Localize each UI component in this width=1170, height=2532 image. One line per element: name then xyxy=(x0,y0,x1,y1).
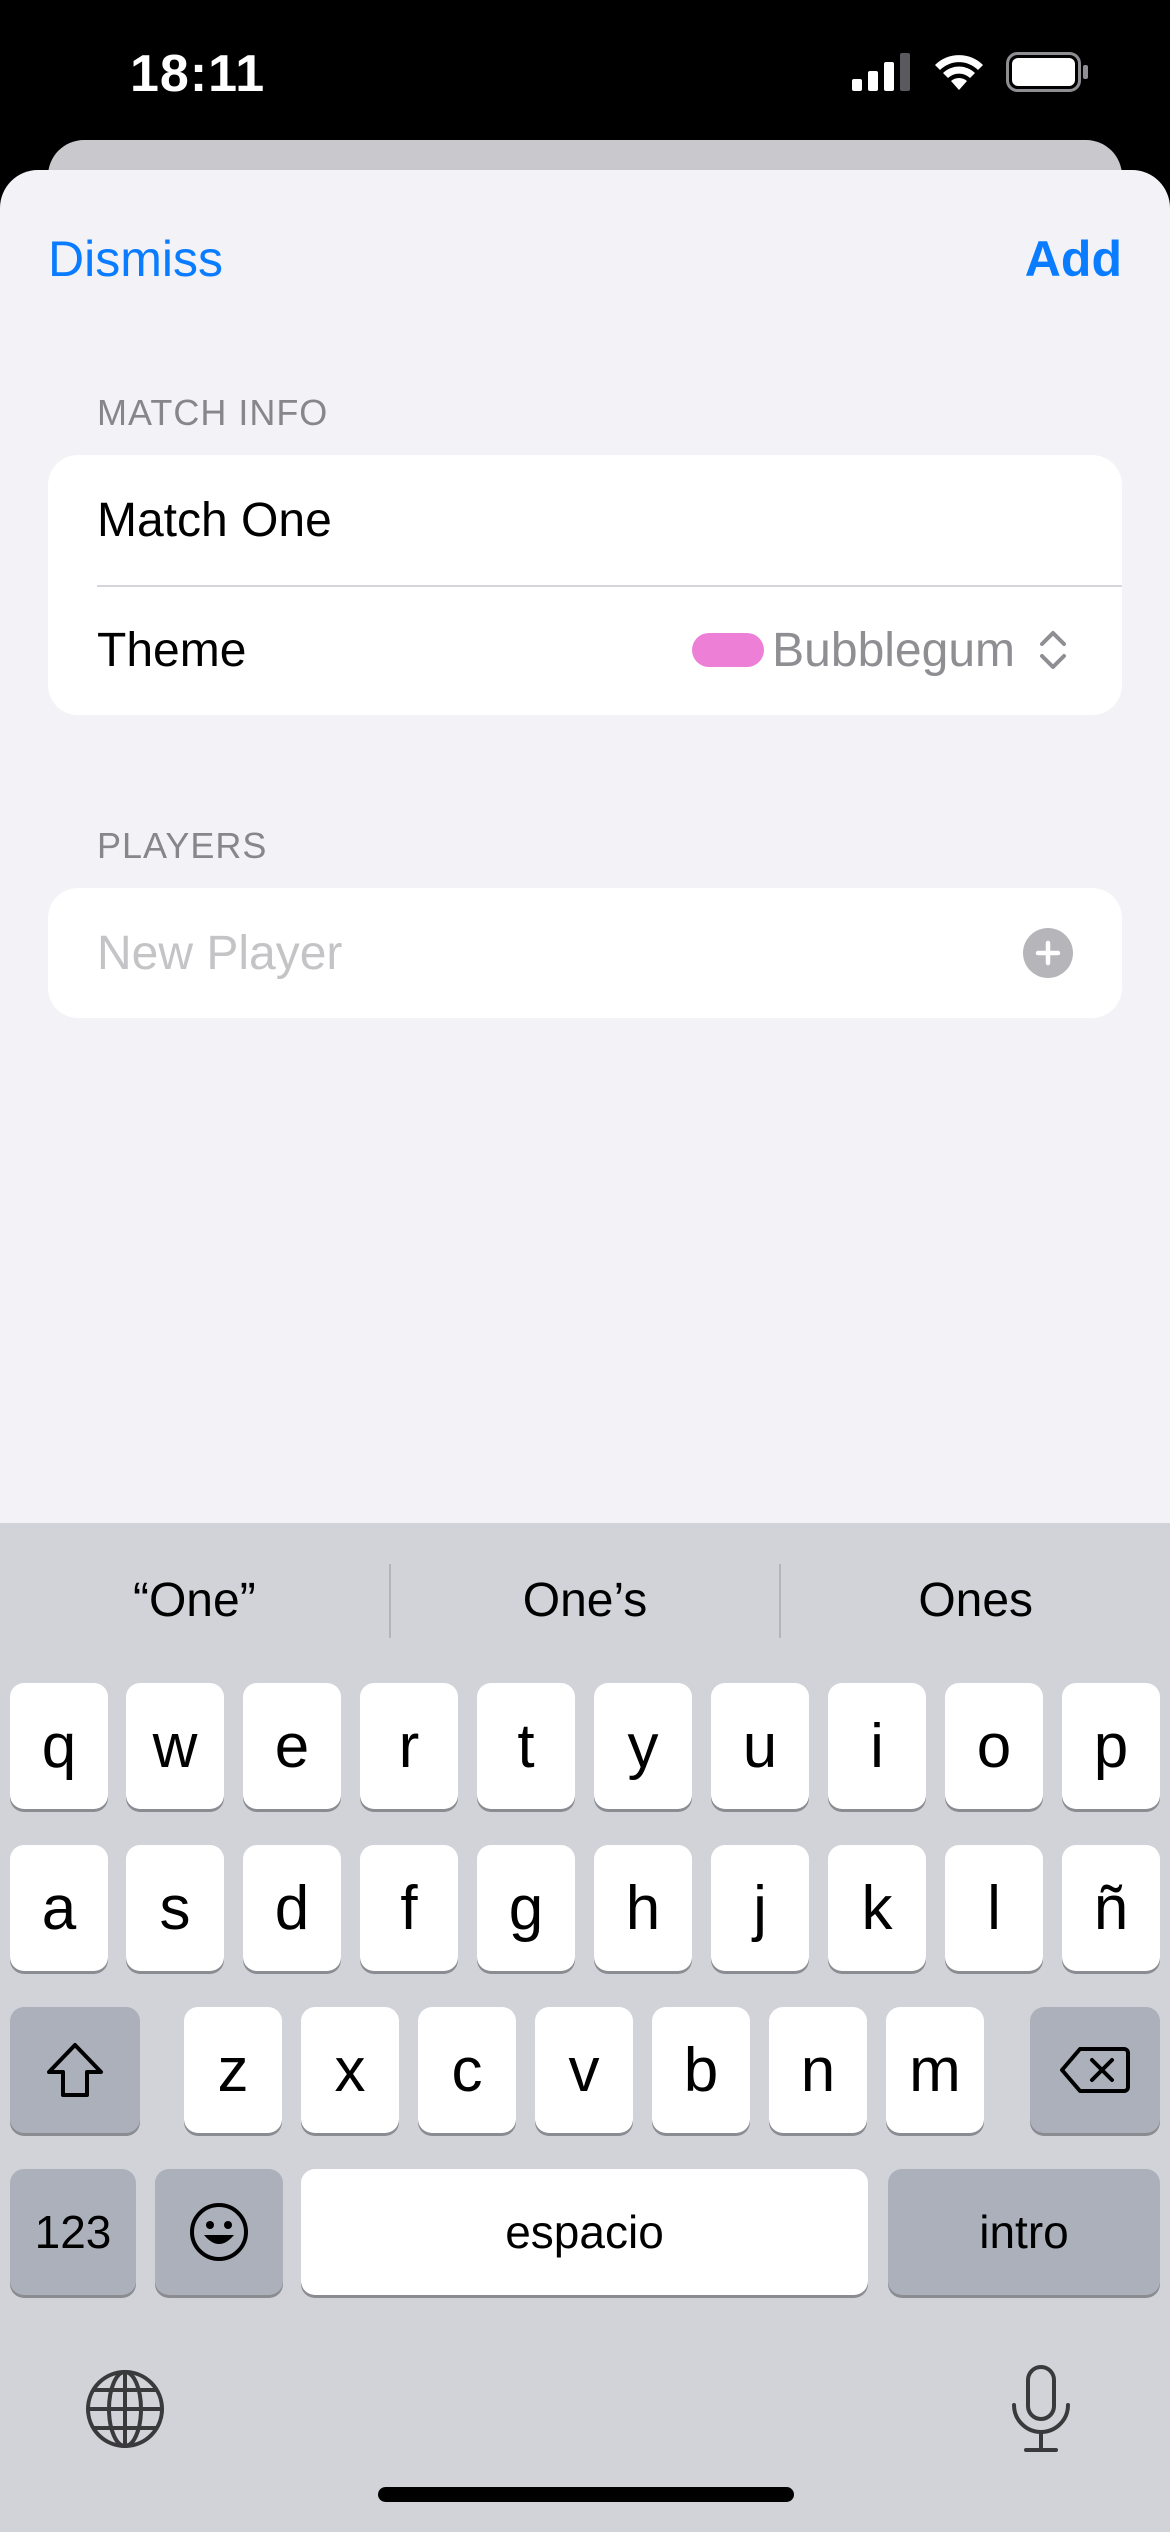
key[interactable]: j xyxy=(711,1845,809,1971)
battery-icon xyxy=(1006,52,1088,92)
cellular-signal-icon xyxy=(852,53,910,91)
suggestion-item[interactable]: Ones xyxy=(781,1573,1170,1628)
players-header: PLAYERS xyxy=(97,825,268,866)
return-key-label: intro xyxy=(979,2206,1069,2258)
theme-value: Bubblegum xyxy=(772,623,1015,677)
new-player-row[interactable]: New Player xyxy=(48,888,1122,1018)
keyboard: “One” One’s Ones q w e r t y u i o p a s… xyxy=(0,1523,1170,2532)
key[interactable]: c xyxy=(418,2007,516,2133)
key[interactable]: r xyxy=(360,1683,458,1809)
microphone-icon[interactable] xyxy=(1006,2363,1076,2455)
numbers-key-label: 123 xyxy=(34,2206,112,2258)
key[interactable]: l xyxy=(945,1845,1043,1971)
wifi-icon xyxy=(935,55,983,90)
status-time: 18:11 xyxy=(130,45,266,103)
key[interactable]: u xyxy=(711,1683,809,1809)
chevron-up-down-icon xyxy=(1040,631,1066,669)
key[interactable]: o xyxy=(945,1683,1043,1809)
key[interactable]: n xyxy=(769,2007,867,2133)
home-indicator xyxy=(378,2487,794,2502)
numbers-key[interactable]: 123 xyxy=(10,2169,136,2295)
suggestion-item[interactable]: One’s xyxy=(391,1573,780,1628)
match-info-header: MATCH INFO xyxy=(97,392,329,433)
key[interactable]: s xyxy=(126,1845,224,1971)
key[interactable]: f xyxy=(360,1845,458,1971)
emoji-key[interactable] xyxy=(155,2169,283,2295)
match-name-field[interactable]: Match One xyxy=(97,493,332,548)
key[interactable]: h xyxy=(594,1845,692,1971)
key[interactable]: i xyxy=(828,1683,926,1809)
globe-icon[interactable] xyxy=(84,2368,166,2450)
key[interactable]: y xyxy=(594,1683,692,1809)
add-player-button[interactable] xyxy=(1023,928,1073,978)
key[interactable]: ñ xyxy=(1062,1845,1160,1971)
shift-icon xyxy=(47,2043,103,2097)
add-button[interactable]: Add xyxy=(1025,230,1122,288)
key[interactable]: t xyxy=(477,1683,575,1809)
theme-picker[interactable]: Bubblegum xyxy=(692,623,1073,678)
delete-key[interactable] xyxy=(1030,2007,1160,2133)
key[interactable]: d xyxy=(243,1845,341,1971)
match-name-row[interactable]: Match One xyxy=(48,455,1122,585)
key[interactable]: x xyxy=(301,2007,399,2133)
key[interactable]: e xyxy=(243,1683,341,1809)
suggestion-item[interactable]: “One” xyxy=(0,1573,389,1628)
emoji-icon xyxy=(190,2203,248,2261)
key[interactable]: p xyxy=(1062,1683,1160,1809)
space-key-label: espacio xyxy=(505,2206,664,2258)
key[interactable]: a xyxy=(10,1845,108,1971)
key[interactable]: m xyxy=(886,2007,984,2133)
new-player-input[interactable]: New Player xyxy=(97,926,342,981)
match-info-group: Match One Theme Bubblegum xyxy=(48,455,1122,715)
shift-key[interactable] xyxy=(10,2007,140,2133)
space-key[interactable]: espacio xyxy=(301,2169,868,2295)
key[interactable]: v xyxy=(535,2007,633,2133)
key[interactable]: z xyxy=(184,2007,282,2133)
return-key[interactable]: intro xyxy=(888,2169,1160,2295)
theme-color-swatch xyxy=(692,633,765,667)
key[interactable]: q xyxy=(10,1683,108,1809)
key[interactable]: b xyxy=(652,2007,750,2133)
status-bar: 18:11 xyxy=(0,0,1170,140)
plus-icon xyxy=(1035,940,1061,966)
players-group: New Player xyxy=(48,888,1122,1018)
status-icons xyxy=(852,52,1090,92)
delete-backspace-icon xyxy=(1060,2047,1130,2093)
key[interactable]: g xyxy=(477,1845,575,1971)
key[interactable]: w xyxy=(126,1683,224,1809)
dismiss-button[interactable]: Dismiss xyxy=(48,230,223,288)
theme-picker-row[interactable]: Theme Bubblegum xyxy=(48,585,1122,715)
key[interactable]: k xyxy=(828,1845,926,1971)
theme-label: Theme xyxy=(97,623,247,677)
suggestion-bar: “One” One’s Ones xyxy=(0,1523,1170,1678)
